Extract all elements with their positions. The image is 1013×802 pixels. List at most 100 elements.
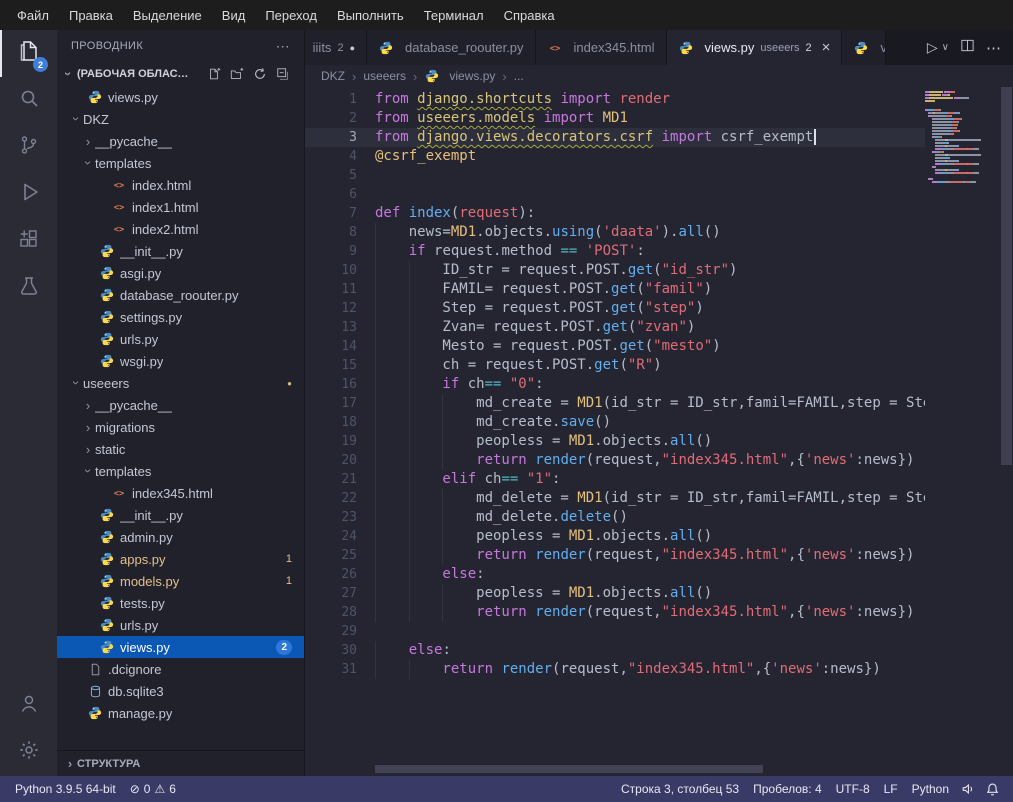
tree-item-__pycache__[interactable]: ›__pycache__ <box>57 394 304 416</box>
feedback-icon[interactable] <box>956 782 980 796</box>
tree-item-index1.html[interactable]: <>index1.html <box>57 196 304 218</box>
new-file-icon[interactable] <box>207 67 221 81</box>
code-line-7[interactable]: 7def index(request): <box>305 204 925 223</box>
status-indentation[interactable]: Пробелов: 4 <box>746 776 829 802</box>
status-problems[interactable]: ⊘0⚠6 <box>123 776 183 802</box>
code-line-1[interactable]: 1from django.shortcuts import render <box>305 90 925 109</box>
tree-item-migrations[interactable]: ›migrations <box>57 416 304 438</box>
activity-source-control[interactable] <box>0 124 57 171</box>
collapse-all-icon[interactable] <box>276 67 290 81</box>
code-line-31[interactable]: 31 return render(request,"index345.html"… <box>305 660 925 679</box>
tree-item-models.py[interactable]: models.py1 <box>57 570 304 592</box>
tree-item-manage.py[interactable]: manage.py <box>57 702 304 724</box>
status-cursor-position[interactable]: Строка 3, столбец 53 <box>614 776 746 802</box>
tree-item-index2.html[interactable]: <>index2.html <box>57 218 304 240</box>
code-line-23[interactable]: 23 md_delete.delete() <box>305 508 925 527</box>
code-line-18[interactable]: 18 md_create.save() <box>305 413 925 432</box>
close-icon[interactable]: × <box>822 40 831 55</box>
tab-iiits[interactable]: iiits2● <box>305 30 367 65</box>
tab-vi[interactable]: vi <box>842 30 886 65</box>
menu-item[interactable]: Переход <box>256 4 326 27</box>
code-area[interactable]: 1from django.shortcuts import render2fro… <box>305 87 925 762</box>
tree-item-asgi.py[interactable]: asgi.py <box>57 262 304 284</box>
code-line-29[interactable]: 29 <box>305 622 925 641</box>
status-language[interactable]: Python <box>905 776 956 802</box>
tree-item-urls.py[interactable]: urls.py <box>57 614 304 636</box>
tree-item-__pycache__[interactable]: ›__pycache__ <box>57 130 304 152</box>
outline-section-header[interactable]: › СТРУКТУРА <box>57 750 304 776</box>
code-line-27[interactable]: 27 peopless = MD1.objects.all() <box>305 584 925 603</box>
horizontal-scrollbar[interactable] <box>375 765 763 773</box>
tree-item-index.html[interactable]: <>index.html <box>57 174 304 196</box>
tree-item-tests.py[interactable]: tests.py <box>57 592 304 614</box>
code-line-26[interactable]: 26 else: <box>305 565 925 584</box>
menu-item[interactable]: Выделение <box>124 4 211 27</box>
activity-extensions[interactable] <box>0 218 57 265</box>
editor[interactable]: 1from django.shortcuts import render2fro… <box>305 87 1013 776</box>
tree-item-db.sqlite3[interactable]: db.sqlite3 <box>57 680 304 702</box>
tab-database_roouter.py[interactable]: database_roouter.py <box>367 30 536 65</box>
tree-item-wsgi.py[interactable]: wsgi.py <box>57 350 304 372</box>
activity-account[interactable] <box>0 682 57 729</box>
code-line-17[interactable]: 17 md_create = MD1(id_str = ID_str,famil… <box>305 394 925 413</box>
bell-icon[interactable] <box>980 782 1005 797</box>
menu-item[interactable]: Файл <box>8 4 58 27</box>
tree-item-views.py[interactable]: views.py <box>57 86 304 108</box>
menu-item[interactable]: Терминал <box>415 4 493 27</box>
activity-explorer[interactable]: 2 <box>0 30 57 77</box>
code-line-15[interactable]: 15 ch = request.POST.get("R") <box>305 356 925 375</box>
code-line-25[interactable]: 25 return render(request,"index345.html"… <box>305 546 925 565</box>
menu-item[interactable]: Вид <box>213 4 255 27</box>
scrollbar-thumb[interactable] <box>1001 87 1012 465</box>
tree-item-useeers[interactable]: ›useeers● <box>57 372 304 394</box>
code-line-10[interactable]: 10 ID_str = request.POST.get("id_str") <box>305 261 925 280</box>
code-line-20[interactable]: 20 return render(request,"index345.html"… <box>305 451 925 470</box>
refresh-icon[interactable] <box>253 67 267 81</box>
workspace-section-header[interactable]: › (РАБОЧАЯ ОБЛАСТЬ) ... <box>57 62 304 86</box>
run-python-file-icon[interactable]: ▷ <box>927 39 938 56</box>
code-line-3[interactable]: 3from django.views.decorators.csrf impor… <box>305 128 925 147</box>
tree-item-__init__.py[interactable]: __init__.py <box>57 504 304 526</box>
code-line-13[interactable]: 13 Zvan= request.POST.get("zvan") <box>305 318 925 337</box>
code-line-16[interactable]: 16 if ch== "0": <box>305 375 925 394</box>
menu-item[interactable]: Справка <box>495 4 564 27</box>
tree-item-templates[interactable]: ›templates <box>57 460 304 482</box>
minimap[interactable] <box>925 91 999 184</box>
tree-item-views.py[interactable]: views.py2 <box>57 636 304 658</box>
breadcrumb-item[interactable]: ... <box>514 69 524 83</box>
tree-item-index345.html[interactable]: <>index345.html <box>57 482 304 504</box>
split-editor-icon[interactable] <box>960 38 975 58</box>
vertical-scrollbar[interactable] <box>1000 87 1013 762</box>
activity-search[interactable] <box>0 77 57 124</box>
tree-item-dkz[interactable]: ›DKZ <box>57 108 304 130</box>
tab-index345.html[interactable]: <>index345.html <box>536 30 667 65</box>
code-line-4[interactable]: 4@csrf_exempt <box>305 147 925 166</box>
new-folder-icon[interactable] <box>230 67 244 81</box>
code-line-5[interactable]: 5 <box>305 166 925 185</box>
activity-testing[interactable] <box>0 265 57 312</box>
run-dropdown-icon[interactable]: ∨ <box>942 42 949 53</box>
breadcrumb-item[interactable]: views.py <box>424 69 495 83</box>
code-line-6[interactable]: 6 <box>305 185 925 204</box>
code-line-28[interactable]: 28 return render(request,"index345.html"… <box>305 603 925 622</box>
code-line-24[interactable]: 24 peopless = MD1.objects.all() <box>305 527 925 546</box>
tree-item-admin.py[interactable]: admin.py <box>57 526 304 548</box>
more-actions-icon[interactable]: ⋯ <box>986 39 1001 57</box>
tree-item-settings.py[interactable]: settings.py <box>57 306 304 328</box>
activity-settings[interactable] <box>0 729 57 776</box>
code-line-11[interactable]: 11 FAMIL= request.POST.get("famil") <box>305 280 925 299</box>
code-line-14[interactable]: 14 Mesto = request.POST.get("mesto") <box>305 337 925 356</box>
code-line-21[interactable]: 21 elif ch== "1": <box>305 470 925 489</box>
breadcrumb-item[interactable]: DKZ <box>321 69 345 83</box>
tree-item-urls.py[interactable]: urls.py <box>57 328 304 350</box>
activity-run-debug[interactable] <box>0 171 57 218</box>
tree-item-static[interactable]: ›static <box>57 438 304 460</box>
code-line-19[interactable]: 19 peopless = MD1.objects.all() <box>305 432 925 451</box>
code-line-30[interactable]: 30 else: <box>305 641 925 660</box>
tree-item-apps.py[interactable]: apps.py1 <box>57 548 304 570</box>
status-eol[interactable]: LF <box>877 776 905 802</box>
code-line-9[interactable]: 9 if request.method == 'POST': <box>305 242 925 261</box>
tree-item-__init__.py[interactable]: __init__.py <box>57 240 304 262</box>
tree-item-database_roouter.py[interactable]: database_roouter.py <box>57 284 304 306</box>
status-python-interpreter[interactable]: Python 3.9.5 64-bit <box>8 776 123 802</box>
